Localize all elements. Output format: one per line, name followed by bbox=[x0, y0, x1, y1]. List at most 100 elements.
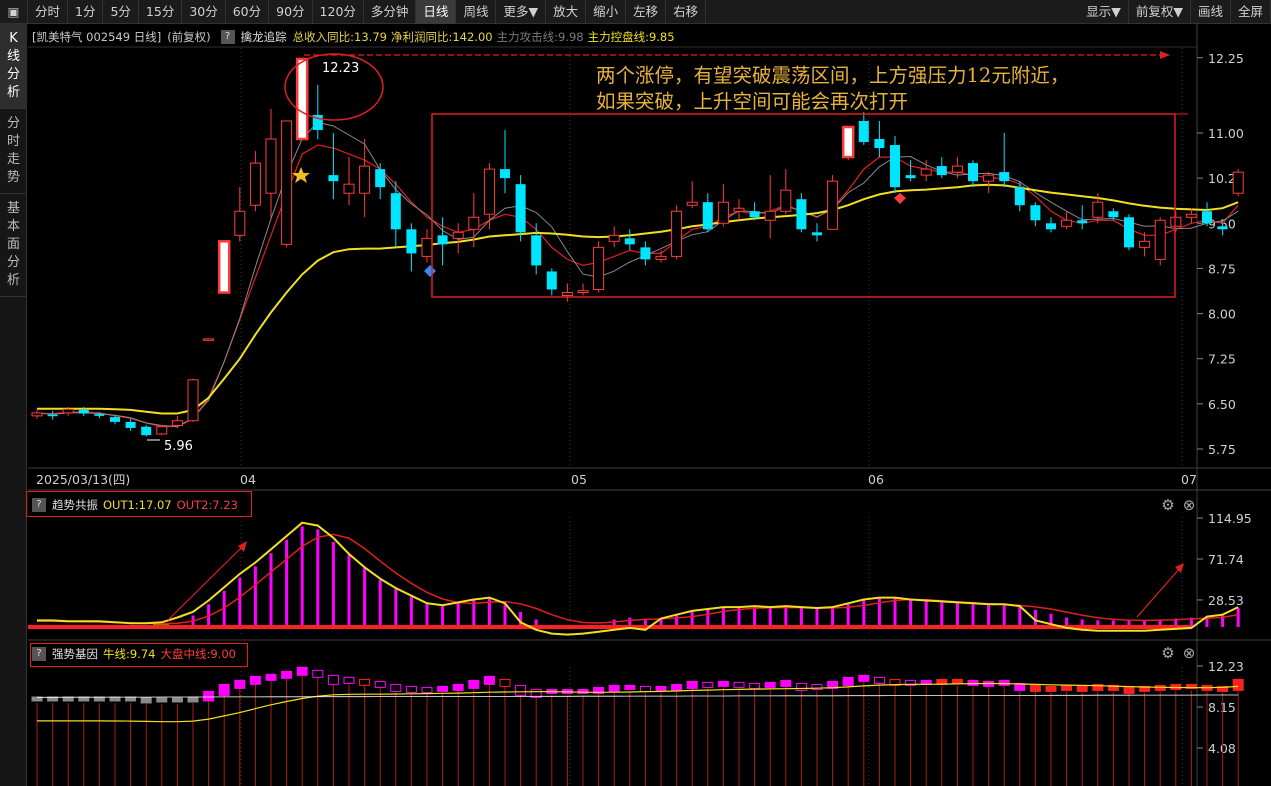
gene-box bbox=[702, 681, 714, 688]
candle-body-up bbox=[780, 189, 792, 212]
candle-body-down bbox=[1217, 226, 1228, 230]
gear-icon[interactable]: ⚙ bbox=[1160, 497, 1176, 513]
gene-box bbox=[343, 676, 355, 684]
y-tick-label: 4.08 bbox=[1208, 741, 1236, 756]
gene-box bbox=[655, 685, 667, 691]
trend-arrow bbox=[1136, 567, 1181, 618]
help-icon[interactable]: ? bbox=[32, 498, 46, 512]
gene-box bbox=[951, 678, 963, 684]
y-tick-label: 28.53 bbox=[1208, 593, 1244, 608]
gene-box bbox=[421, 686, 433, 693]
gene-box bbox=[374, 680, 386, 688]
candle-body-up bbox=[1139, 240, 1151, 248]
candle-body-up bbox=[1061, 219, 1073, 227]
candle-body-up bbox=[281, 120, 293, 245]
candle-body-up bbox=[671, 210, 683, 257]
arrow-head-icon bbox=[1160, 51, 1170, 59]
gene-box bbox=[452, 683, 464, 691]
gene-box bbox=[780, 679, 792, 687]
candle-body-up bbox=[686, 201, 698, 206]
gene-header: ? 强势基因 牛线:9.74 大盘中线:9.00 bbox=[28, 643, 241, 665]
bull-line-value: 牛线:9.74 bbox=[103, 647, 156, 661]
candle-body-up bbox=[171, 420, 183, 427]
gene-box bbox=[140, 697, 152, 704]
gene-box bbox=[405, 685, 417, 693]
gene-box bbox=[624, 684, 636, 690]
candle-body-down bbox=[515, 184, 526, 233]
close-icon[interactable]: ⊗ bbox=[1181, 645, 1197, 661]
gene-name[interactable]: 强势基因 bbox=[52, 646, 98, 662]
candle-body-down bbox=[1014, 187, 1025, 206]
candle-body-up bbox=[733, 207, 745, 212]
gene-box bbox=[639, 685, 651, 692]
candle-body-up bbox=[187, 379, 199, 422]
candle-body-down bbox=[125, 421, 136, 428]
gene-box bbox=[281, 670, 293, 679]
indicator-value: 净利润同比:142.00 bbox=[390, 30, 493, 44]
gene-box bbox=[327, 674, 339, 685]
star-marker-icon bbox=[292, 167, 310, 183]
oscillator-name[interactable]: 趋势共振 bbox=[52, 497, 98, 513]
x-axis-label: 05 bbox=[571, 472, 587, 487]
y-tick-label: 12.23 bbox=[1208, 659, 1244, 674]
help-icon[interactable]: ? bbox=[32, 647, 46, 661]
adjust-mode: (前复权) bbox=[167, 30, 211, 44]
attack-line bbox=[37, 144, 1239, 428]
gene-box bbox=[764, 681, 776, 688]
gene-box bbox=[1045, 685, 1057, 692]
candle-body-down bbox=[905, 175, 916, 179]
candle-body-down bbox=[1108, 211, 1119, 218]
candle-body-up bbox=[920, 168, 932, 176]
candle-body-down bbox=[812, 232, 822, 236]
candle-body-down bbox=[141, 426, 152, 436]
candle-body-down bbox=[437, 235, 448, 245]
gene-box bbox=[125, 696, 137, 702]
market-midline bbox=[37, 694, 1239, 698]
gene-box bbox=[795, 682, 807, 691]
main-panel-header: [凯美特气 002549 日线] (前复权) ? 擒龙追踪 总收入同比:13.7… bbox=[28, 26, 679, 48]
help-icon[interactable]: ? bbox=[220, 30, 235, 44]
annotation-line-2: 如果突破，上升空间可能会再次打开 bbox=[596, 90, 909, 113]
market-midline-value: 大盘中线:9.00 bbox=[160, 647, 236, 661]
candle-body-up bbox=[764, 210, 776, 221]
gene-box bbox=[203, 690, 215, 702]
candle-body-down bbox=[47, 414, 58, 417]
indicator-name[interactable]: 擒龙追踪 bbox=[241, 29, 287, 45]
low-price-label: 5.96 bbox=[164, 439, 193, 454]
out2-value: OUT2:7.23 bbox=[176, 498, 238, 512]
gene-box bbox=[998, 679, 1010, 686]
candle-body-down bbox=[1124, 217, 1134, 248]
candle-body-up bbox=[561, 292, 573, 297]
gene-box bbox=[608, 684, 620, 692]
candle-body-up bbox=[265, 138, 277, 194]
y-tick-label: 71.74 bbox=[1208, 552, 1244, 567]
candle-body-down bbox=[1030, 205, 1041, 221]
close-icon[interactable]: ⊗ bbox=[1181, 497, 1197, 513]
gene-box bbox=[1076, 685, 1088, 692]
out1-line bbox=[37, 521, 1239, 636]
trend-arrow bbox=[167, 545, 244, 621]
chart-canvas[interactable]: 12.2511.0010.259.508.758.007.256.505.752… bbox=[0, 0, 1271, 786]
candle-body-up bbox=[1170, 216, 1182, 227]
candle-body-up bbox=[343, 183, 355, 194]
candle-body-up bbox=[31, 412, 43, 417]
gear-icon[interactable]: ⚙ bbox=[1160, 645, 1176, 661]
indicator-value: 主力控盘线:9.85 bbox=[587, 30, 675, 44]
ma5-line bbox=[36, 121, 1239, 428]
candle-body-down bbox=[1046, 223, 1056, 230]
gene-box bbox=[873, 676, 885, 684]
limit-up-candle bbox=[295, 57, 309, 141]
gene-box bbox=[359, 678, 371, 686]
candle-body-down bbox=[110, 417, 120, 422]
candle-body-down bbox=[546, 271, 557, 290]
gene-box bbox=[577, 688, 589, 694]
candle-body-down bbox=[890, 145, 900, 188]
indicator-values: 总收入同比:13.79 净利润同比:142.00 主力攻击线:9.98 主力控盘线:9… bbox=[293, 29, 679, 45]
candle-body-up bbox=[593, 246, 605, 290]
candle-body-up bbox=[234, 210, 246, 236]
candle-body-up bbox=[249, 162, 261, 206]
oscillator-header: ? 趋势共振 OUT1:17.07 OUT2:7.23 bbox=[28, 494, 243, 516]
candle-body-up bbox=[203, 338, 215, 341]
candle-body-up bbox=[1154, 219, 1166, 260]
candle-body-down bbox=[874, 139, 885, 149]
